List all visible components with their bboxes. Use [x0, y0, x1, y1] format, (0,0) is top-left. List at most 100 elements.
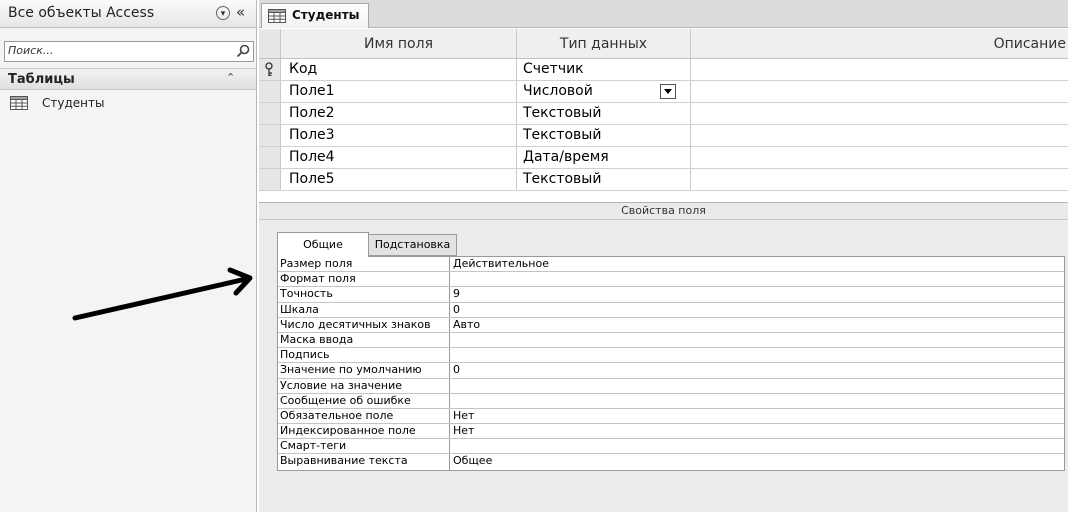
tab-lookup[interactable]: Подстановка: [369, 234, 457, 256]
property-row[interactable]: Обязательное поле Нет: [278, 408, 1064, 425]
field-name-cell[interactable]: Поле2: [281, 103, 517, 124]
row-selector[interactable]: [259, 125, 281, 146]
description-cell[interactable]: [691, 169, 1068, 190]
property-row[interactable]: Формат поля: [278, 272, 1064, 288]
property-row[interactable]: Точность 9: [278, 287, 1064, 303]
property-value[interactable]: Нет: [453, 424, 474, 438]
property-row[interactable]: Подпись: [278, 348, 1064, 364]
table-row[interactable]: Поле3 Текстовый: [259, 125, 1068, 147]
property-row[interactable]: Число десятичных знаков Авто: [278, 317, 1064, 333]
property-label: Формат поля: [278, 272, 450, 287]
field-name-cell[interactable]: Поле3: [281, 125, 517, 146]
data-type-cell[interactable]: Числовой: [517, 81, 691, 102]
tab-general[interactable]: Общие: [277, 232, 369, 257]
property-row[interactable]: Шкала 0: [278, 302, 1064, 318]
property-label: Обязательное поле: [278, 408, 450, 424]
nav-title[interactable]: Все объекты Access: [8, 5, 154, 21]
description-cell[interactable]: [691, 81, 1068, 102]
group-label: Таблицы: [8, 72, 75, 87]
property-label: Размер поля: [278, 257, 450, 272]
column-header-description[interactable]: Описание: [691, 29, 1068, 58]
property-label: Шкала: [278, 302, 450, 317]
nav-item-label: Студенты: [42, 96, 105, 110]
chevron-down-icon[interactable]: [660, 84, 676, 99]
property-row[interactable]: Значение по умолчанию 0: [278, 363, 1064, 379]
data-type-cell[interactable]: Текстовый: [517, 103, 691, 124]
field-properties-title: Свойства поля: [621, 204, 706, 217]
description-cell[interactable]: [691, 103, 1068, 124]
row-selector[interactable]: [259, 169, 281, 190]
property-label: Число десятичных знаков: [278, 317, 450, 332]
row-selector[interactable]: [259, 147, 281, 168]
property-label: Подпись: [278, 348, 450, 363]
data-type-cell[interactable]: Дата/время: [517, 147, 691, 168]
row-selector[interactable]: [259, 59, 281, 80]
property-label: Сообщение об ошибке: [278, 393, 450, 408]
property-value[interactable]: Нет: [453, 409, 474, 423]
property-label: Значение по умолчанию: [278, 363, 450, 378]
property-value[interactable]: Общее: [453, 454, 492, 469]
properties-table: Размер поля Действительное Формат поля То…: [277, 256, 1065, 471]
property-value[interactable]: 0: [453, 303, 460, 317]
field-name-cell[interactable]: Поле4: [281, 147, 517, 168]
collapse-pane-icon[interactable]: «: [236, 3, 245, 21]
property-row[interactable]: Выравнивание текста Общее: [278, 454, 1064, 470]
property-value[interactable]: Авто: [453, 318, 480, 332]
navigation-pane: Все объекты Access ▾ « Поиск... Таблицы …: [0, 0, 257, 512]
description-cell[interactable]: [691, 125, 1068, 146]
select-all-cell[interactable]: [259, 29, 281, 58]
nav-item-students[interactable]: Студенты: [4, 93, 254, 115]
property-row[interactable]: Сообщение об ошибке: [278, 393, 1064, 409]
property-row[interactable]: Условие на значение: [278, 378, 1064, 394]
property-row[interactable]: Размер поля Действительное: [278, 257, 1064, 273]
field-properties-bar: Свойства поля: [259, 202, 1068, 220]
table-row[interactable]: Поле5 Текстовый: [259, 169, 1068, 191]
property-label: Выравнивание текста: [278, 454, 450, 470]
tab-students[interactable]: Студенты: [261, 3, 369, 28]
description-cell[interactable]: [691, 59, 1068, 80]
chevron-down-icon[interactable]: ▾: [216, 6, 230, 20]
field-name-cell[interactable]: Поле1: [281, 81, 517, 102]
field-grid: Имя поля Тип данных Описание Код Счетчик…: [259, 29, 1068, 191]
search-placeholder: Поиск...: [8, 44, 54, 57]
table-design-view: Студенты Имя поля Тип данных Описание Ко…: [259, 0, 1068, 512]
property-label: Условие на значение: [278, 378, 450, 393]
row-selector[interactable]: [259, 81, 281, 102]
property-label: Маска ввода: [278, 332, 450, 348]
column-header-field-name[interactable]: Имя поля: [281, 29, 517, 58]
search-input[interactable]: Поиск...: [4, 41, 254, 62]
field-name-cell[interactable]: Код: [281, 59, 517, 80]
data-type-cell[interactable]: Счетчик: [517, 59, 691, 80]
search-icon[interactable]: [235, 43, 251, 59]
property-value[interactable]: 0: [453, 363, 460, 377]
property-row[interactable]: Индексированное поле Нет: [278, 424, 1064, 440]
property-label: Индексированное поле: [278, 424, 450, 439]
table-row[interactable]: Поле4 Дата/время: [259, 147, 1068, 169]
field-name-cell[interactable]: Поле5: [281, 169, 517, 190]
property-value[interactable]: Действительное: [453, 257, 549, 271]
data-type-cell[interactable]: Текстовый: [517, 125, 691, 146]
row-selector[interactable]: [259, 103, 281, 124]
property-value[interactable]: 9: [453, 287, 460, 301]
table-row[interactable]: Код Счетчик: [259, 59, 1068, 81]
table-row[interactable]: Поле1 Числовой: [259, 81, 1068, 103]
property-label: Точность: [278, 287, 450, 302]
table-icon: [10, 96, 28, 110]
group-header-tables[interactable]: Таблицы ⌃: [0, 68, 256, 90]
property-label: Смарт-теги: [278, 439, 450, 454]
field-properties-pane: Общие Подстановка Размер поля Действитель…: [259, 220, 1068, 512]
column-header-data-type[interactable]: Тип данных: [517, 29, 691, 58]
table-icon: [268, 9, 286, 23]
table-row[interactable]: Поле2 Текстовый: [259, 103, 1068, 125]
property-row[interactable]: Смарт-теги: [278, 439, 1064, 455]
data-type-cell[interactable]: Текстовый: [517, 169, 691, 190]
chevron-up-icon[interactable]: ⌃: [226, 71, 235, 84]
description-cell[interactable]: [691, 147, 1068, 168]
grid-header-row: Имя поля Тип данных Описание: [259, 29, 1068, 59]
nav-header[interactable]: Все объекты Access ▾ «: [0, 0, 256, 28]
tab-label: Студенты: [292, 8, 360, 22]
primary-key-icon: [265, 62, 273, 76]
property-row[interactable]: Маска ввода: [278, 332, 1064, 349]
document-tab-bar: Студенты: [259, 0, 1068, 28]
data-type-value: Числовой: [523, 83, 593, 99]
